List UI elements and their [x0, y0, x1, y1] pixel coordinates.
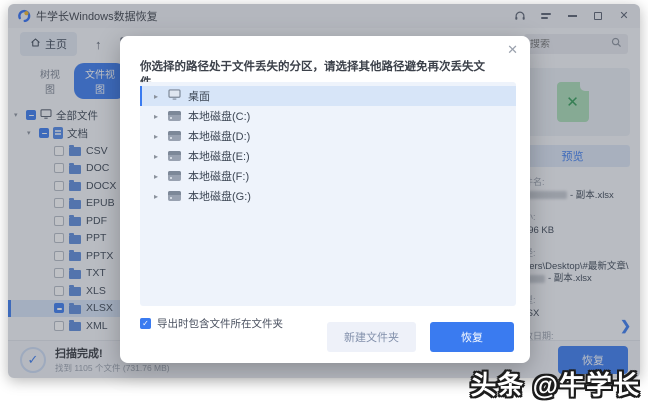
- dialog-tree-row-drive-f[interactable]: ▸ 本地磁盘(F:): [140, 166, 516, 186]
- dialog-tree-label: 桌面: [188, 88, 210, 104]
- dialog-tree-row-drive-g[interactable]: ▸ 本地磁盘(G:): [140, 186, 516, 206]
- dialog-tree-label: 本地磁盘(E:): [188, 148, 250, 164]
- include-folder-checkbox-row[interactable]: ✓ 导出时包含文件所在文件夹: [140, 316, 283, 331]
- drive-icon: [168, 111, 181, 121]
- expand-arrow-icon[interactable]: ▸: [154, 92, 161, 101]
- dialog-tree-row-drive-e[interactable]: ▸ 本地磁盘(E:): [140, 146, 516, 166]
- expand-arrow-icon[interactable]: ▸: [154, 152, 161, 161]
- drive-icon: [168, 131, 181, 141]
- dialog-tree-row-desktop[interactable]: ▸ 桌面: [140, 86, 516, 106]
- dialog-tree-label: 本地磁盘(C:): [188, 108, 250, 124]
- recovery-path-dialog: ✕ 你选择的路径处于文件丢失的分区，请选择其他路径避免再次丢失文件。 ▸ 桌面 …: [120, 36, 530, 363]
- dialog-tree-row-drive-c[interactable]: ▸ 本地磁盘(C:): [140, 106, 516, 126]
- drive-icon: [168, 171, 181, 181]
- expand-arrow-icon[interactable]: ▸: [154, 172, 161, 181]
- dialog-tree-label: 本地磁盘(D:): [188, 128, 250, 144]
- dialog-buttons: 新建文件夹 恢复: [327, 322, 514, 352]
- expand-arrow-icon[interactable]: ▸: [154, 112, 161, 121]
- dialog-tree-row-drive-d[interactable]: ▸ 本地磁盘(D:): [140, 126, 516, 146]
- video-watermark: 头条 @牛学长: [470, 365, 640, 402]
- dialog-location-tree: ▸ 桌面 ▸ 本地磁盘(C:) ▸ 本地磁盘(D:) ▸ 本地磁盘(E:): [140, 82, 516, 306]
- recover-button-dialog[interactable]: 恢复: [430, 322, 514, 352]
- desktop-icon: [168, 89, 181, 103]
- checkbox-label: 导出时包含文件所在文件夹: [157, 316, 283, 331]
- drive-icon: [168, 151, 181, 161]
- checkbox-checked-icon[interactable]: ✓: [140, 318, 151, 329]
- dialog-tree-label: 本地磁盘(F:): [188, 168, 249, 184]
- dialog-tree-label: 本地磁盘(G:): [188, 188, 251, 204]
- expand-arrow-icon[interactable]: ▸: [154, 192, 161, 201]
- new-folder-button[interactable]: 新建文件夹: [327, 322, 416, 352]
- drive-icon: [168, 191, 181, 201]
- dialog-close-icon[interactable]: ✕: [507, 42, 518, 58]
- expand-arrow-icon[interactable]: ▸: [154, 132, 161, 141]
